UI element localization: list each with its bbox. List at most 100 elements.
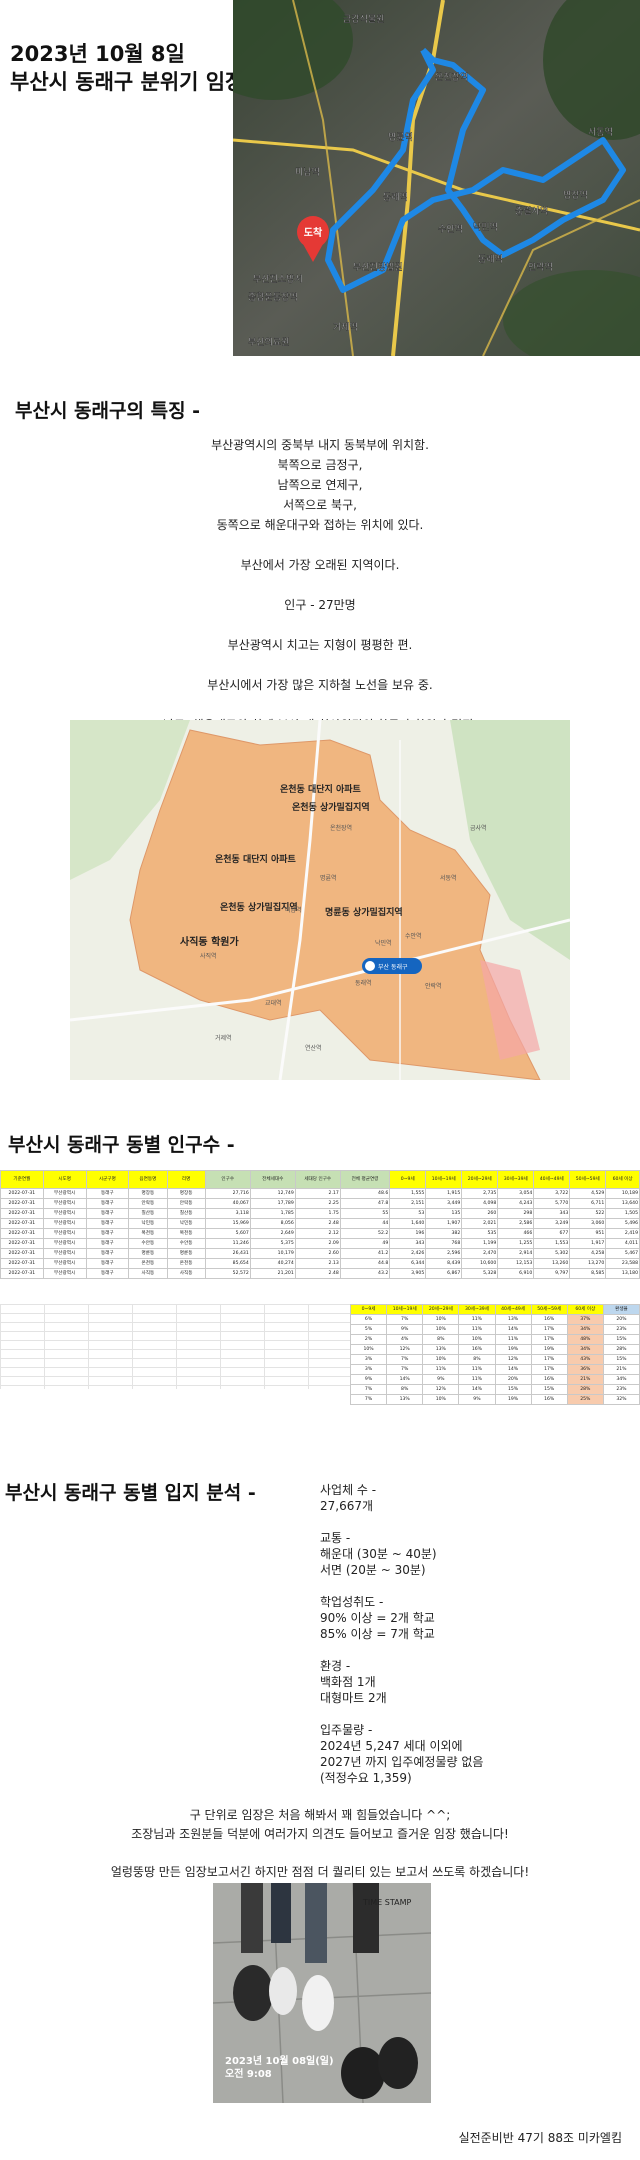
closing-line: 구 단위로 임장은 처음 해봐서 꽤 힘들었습니다 ^^; <box>189 1808 451 1822</box>
table-cell: 온천동 <box>128 1258 168 1269</box>
table-cell: 40,067 <box>204 1198 251 1209</box>
table-cell: 951 <box>569 1228 607 1239</box>
table-cell: 2022-07-31 <box>0 1188 44 1199</box>
table-cell: 동래구 <box>85 1258 130 1269</box>
ratio-cell: 23% <box>602 1384 640 1395</box>
table-cell: 10,600 <box>461 1258 499 1269</box>
route-map-graphic: 금강식물원 온천장역 명륜역 미남역 동래역 수안역 낙민역 충렬사역 명장역 … <box>233 0 640 356</box>
table-cell: 5,607 <box>204 1228 251 1239</box>
ratio-cell: 12% <box>386 1344 424 1355</box>
ratio-cell: 14% <box>494 1324 532 1335</box>
school-item: 85% 이상 = 7개 학교 <box>320 1627 435 1641</box>
area-label: 명륜동 상가밀집지역 <box>325 906 403 918</box>
ratio-cell: 3% <box>349 1364 388 1375</box>
timestamp-photo: TIME STAMP 2023년 10월 08일(일) 오전 9:08 <box>213 1883 431 2103</box>
svg-text:서동역: 서동역 <box>440 874 457 882</box>
table-cell: 43.2 <box>339 1268 391 1279</box>
table-cell: 2022-07-31 <box>0 1248 44 1259</box>
table-cell: 3,060 <box>569 1218 607 1229</box>
population-column-header: 읍면동명 <box>128 1170 168 1189</box>
population-header-row: 기준연월 시도명 시군구명 읍면동명 리명 인구수 전체세대수 세대당 인구수 전체 평균연령 0… <box>0 1170 640 1189</box>
table-cell: 2,470 <box>461 1248 499 1259</box>
analysis-text: 사업체 수 - 27,667개 교통 - 해운대 (30분 ~ 40분) 서면 … <box>320 1482 630 1802</box>
table-cell: 2022-07-31 <box>0 1218 44 1229</box>
ratio-cell: 37% <box>566 1314 604 1325</box>
ratio-column-header: 60세 이상 <box>566 1304 604 1315</box>
table-cell: 47.8 <box>339 1198 391 1209</box>
supply-label: 입주물량 - <box>320 1723 373 1737</box>
table-cell: 2.25 <box>294 1198 341 1209</box>
supply-item: (적정수요 1,359) <box>320 1771 412 1785</box>
ratio-column-header: 40세~49세 <box>494 1304 532 1315</box>
ratio-cell: 36% <box>566 1364 604 1375</box>
features-line: 동쪽으로 해운대구와 접하는 위치에 있다. <box>216 518 424 532</box>
ratio-cell: 23% <box>602 1324 640 1335</box>
table-cell: 5,467 <box>605 1248 640 1259</box>
table-cell: 안락동 <box>166 1198 206 1209</box>
photo-watermark: TIME STAMP <box>362 1898 411 1907</box>
school-label: 학업성취도 - <box>320 1595 384 1609</box>
table-cell: 동래구 <box>85 1218 130 1229</box>
table-cell: 동래구 <box>85 1268 130 1279</box>
ratio-cell: 32% <box>602 1394 640 1405</box>
table-cell: 13,640 <box>605 1198 640 1209</box>
ratio-cell: 17% <box>530 1364 568 1375</box>
table-cell: 4,529 <box>569 1188 607 1199</box>
ratio-cell: 13% <box>386 1394 424 1405</box>
map-place-label: 안락역 <box>528 261 553 273</box>
table-cell: 8,056 <box>249 1218 296 1229</box>
population-column-header: 시군구명 <box>85 1170 130 1189</box>
transport-label: 교통 - <box>320 1531 351 1545</box>
table-cell: 85,654 <box>204 1258 251 1269</box>
ratio-cell: 9% <box>349 1374 388 1385</box>
map-place-label: 부산진방법원 <box>353 262 403 273</box>
ratio-cell: 10% <box>422 1314 460 1325</box>
population-column-header: 40세~49세 <box>533 1170 571 1189</box>
table-cell: 535 <box>461 1228 499 1239</box>
svg-text:온천장역: 온천장역 <box>330 824 352 832</box>
table-cell: 1,199 <box>461 1238 499 1249</box>
ratio-cell: 20% <box>602 1314 640 1325</box>
transport-item: 서면 (20분 ~ 30분) <box>320 1563 426 1577</box>
table-cell: 40,274 <box>249 1258 296 1269</box>
table-cell: 13,260 <box>533 1258 571 1269</box>
map-place-label: 금강식물원 <box>343 14 384 25</box>
ratio-cell: 21% <box>566 1374 604 1385</box>
table-cell: 3,722 <box>533 1188 571 1199</box>
table-cell: 1,907 <box>425 1218 463 1229</box>
map-place-label: 명륜역 <box>388 132 413 143</box>
population-column-header: 시도명 <box>42 1170 87 1189</box>
svg-text:도착: 도착 <box>304 226 323 239</box>
map-place-label: 부산의료원 <box>248 337 289 348</box>
ratio-cell: 11% <box>458 1374 496 1385</box>
population-column-header: 50세~59세 <box>569 1170 607 1189</box>
ratio-cell: 19% <box>530 1344 568 1355</box>
area-label: 온천동 대단지 아파트 <box>215 853 297 865</box>
ratio-cell: 14% <box>458 1384 496 1395</box>
table-cell: 칠산동 <box>166 1208 206 1219</box>
table-row: 2022-07-31 부산광역시 동래구 복천동 복천동 5,607 2,649 2.12 52… <box>0 1228 640 1239</box>
supply-item: 2024년 5,247 세대 이외에 <box>320 1739 463 1753</box>
ratio-row: 3% 7% 11% 11% 14% 17% 36% 21% <box>349 1364 640 1375</box>
page-title: 2023년 10월 8일 부산시 동래구 분위기 임장 <box>10 40 244 96</box>
ratio-row: 9% 14% 9% 11% 20% 16% 21% 34% <box>349 1374 640 1385</box>
closing-line: 얼렁뚱땅 만든 임장보고서긴 하지만 점점 더 퀄리티 있는 보고서 쓰도록 하… <box>110 1865 530 1879</box>
ratio-cell: 7% <box>349 1394 388 1405</box>
table-cell: 부산광역시 <box>42 1258 87 1269</box>
population-column-header: 30세~39세 <box>497 1170 535 1189</box>
table-row: 2022-07-31 부산광역시 동래구 명장동 명장동 27,716 12,749 2.17… <box>0 1188 640 1199</box>
table-cell: 복천동 <box>128 1228 168 1239</box>
table-cell: 5,328 <box>461 1268 499 1279</box>
ratio-cell: 13% <box>422 1344 460 1355</box>
ratio-cell: 16% <box>530 1374 568 1385</box>
ratio-row: 6% 7% 10% 11% 13% 16% 37% 20% <box>349 1314 640 1325</box>
features-line: 서쪽으로 북구, <box>283 498 357 512</box>
ratio-cell: 9% <box>422 1374 460 1385</box>
table-cell: 2,419 <box>605 1228 640 1239</box>
svg-text:미남역: 미남역 <box>285 906 302 914</box>
table-cell: 2,151 <box>389 1198 427 1209</box>
table-cell: 안락동 <box>128 1198 168 1209</box>
table-cell: 3,905 <box>389 1268 427 1279</box>
map-place-label: 부산진소방서 <box>253 274 303 285</box>
ratio-cell: 9% <box>386 1324 424 1335</box>
